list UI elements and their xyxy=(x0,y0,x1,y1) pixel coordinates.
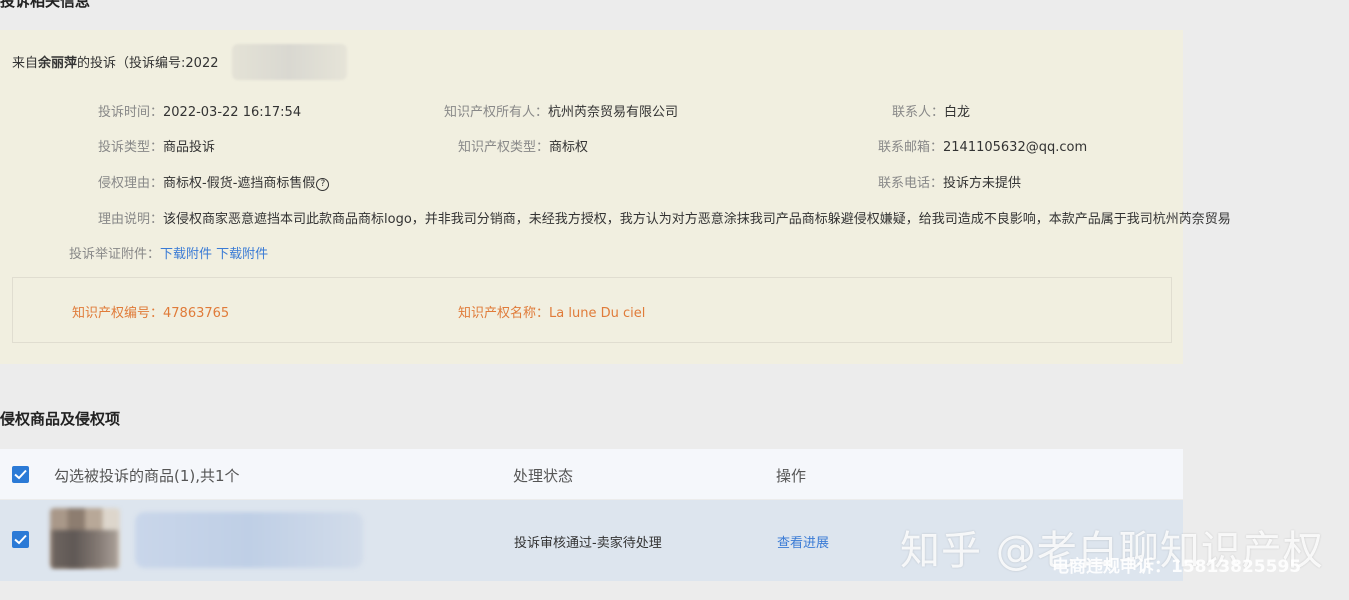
ip-name: 知识产权名称：La lune Du ciel xyxy=(458,302,645,321)
select-column-header: 勾选被投诉的商品(1),共1个 xyxy=(54,467,240,485)
contact-phone: 联系电话：投诉方未提供 xyxy=(878,172,1021,191)
check-icon xyxy=(14,534,27,545)
blurred-complaint-id xyxy=(232,44,347,80)
complaint-type-label: 投诉类型： xyxy=(98,140,164,155)
complaint-type-value: 商品投诉 xyxy=(163,140,216,155)
blurred-product-title xyxy=(135,512,363,568)
contact-person-value: 白龙 xyxy=(944,105,971,120)
row-status: 投诉审核通过-卖家待处理 xyxy=(514,536,662,551)
view-progress-link[interactable]: 查看进展 xyxy=(777,532,829,551)
ip-type-label: 知识产权类型： xyxy=(458,140,550,155)
download-attachment-link-1[interactable]: 下载附件 xyxy=(160,247,212,262)
watermark-subtext: 电商违规申诉：15813825595 xyxy=(1052,557,1302,577)
complaint-id-prefix: 的投诉（投诉编号:2022 xyxy=(77,56,219,71)
row-checkbox[interactable] xyxy=(12,531,29,548)
reason-explanation-label: 理由说明： xyxy=(98,212,164,227)
product-thumbnail-blur xyxy=(52,530,118,568)
contact-email-label: 联系邮箱： xyxy=(878,140,944,155)
ip-number: 知识产权编号：47863765 xyxy=(72,302,229,321)
complainant-name: 余丽萍 xyxy=(38,56,78,71)
download-attachment-link-2[interactable]: 下载附件 xyxy=(216,247,268,262)
status-column-header: 处理状态 xyxy=(513,467,574,485)
ip-number-label: 知识产权编号： xyxy=(72,306,164,321)
complaint-section-title: 投诉相关信息 xyxy=(0,0,91,10)
action-column-header: 操作 xyxy=(776,467,807,485)
evidence-attachments-label: 投诉举证附件： xyxy=(69,247,161,262)
ip-owner-value: 杭州芮奈贸易有限公司 xyxy=(548,105,679,120)
ip-name-value: La lune Du ciel xyxy=(549,306,646,321)
complaint-time-value: 2022-03-22 16:17:54 xyxy=(163,105,302,120)
reason-explanation: 理由说明：该侵权商家恶意遮挡本司此款商品商标logo，并非我司分销商，未经我方授… xyxy=(98,208,1349,227)
contact-phone-label: 联系电话： xyxy=(878,176,944,191)
infringement-reason-value: 商标权-假货-遮挡商标售假 xyxy=(163,176,316,191)
select-all-checkbox[interactable] xyxy=(12,466,29,483)
ip-owner: 知识产权所有人：杭州芮奈贸易有限公司 xyxy=(444,101,678,120)
contact-person-label: 联系人： xyxy=(892,105,945,120)
reason-explanation-value: 该侵权商家恶意遮挡本司此款商品商标logo，并非我司分销商，未经我方授权，我方认… xyxy=(163,212,1231,227)
contact-email: 联系邮箱：2141105632@qq.com xyxy=(878,136,1087,155)
infringement-reason: 侵权理由：商标权-假货-遮挡商标售假? xyxy=(98,172,330,191)
contact-phone-value: 投诉方未提供 xyxy=(943,176,1022,191)
complaint-type: 投诉类型：商品投诉 xyxy=(98,136,215,155)
evidence-attachments: 投诉举证附件：下载附件 下载附件 xyxy=(69,243,268,262)
contact-person: 联系人：白龙 xyxy=(892,101,970,120)
check-icon xyxy=(14,469,27,480)
complaint-time: 投诉时间：2022-03-22 16:17:54 xyxy=(98,101,301,120)
ip-type: 知识产权类型：商标权 xyxy=(458,136,588,155)
infringement-reason-label: 侵权理由： xyxy=(98,176,164,191)
ip-owner-label: 知识产权所有人： xyxy=(444,105,549,120)
help-icon[interactable]: ? xyxy=(316,178,330,191)
ip-name-label: 知识产权名称： xyxy=(458,306,550,321)
complaint-source-line: 来自余丽萍的投诉（投诉编号:2022 xyxy=(12,52,219,71)
contact-email-value: 2141105632@qq.com xyxy=(943,140,1088,155)
from-prefix: 来自 xyxy=(12,56,39,71)
ip-number-value: 47863765 xyxy=(163,306,230,321)
products-section-title: 侵权商品及侵权项 xyxy=(0,410,121,428)
complaint-time-label: 投诉时间： xyxy=(98,105,164,120)
ip-type-value: 商标权 xyxy=(549,140,589,155)
